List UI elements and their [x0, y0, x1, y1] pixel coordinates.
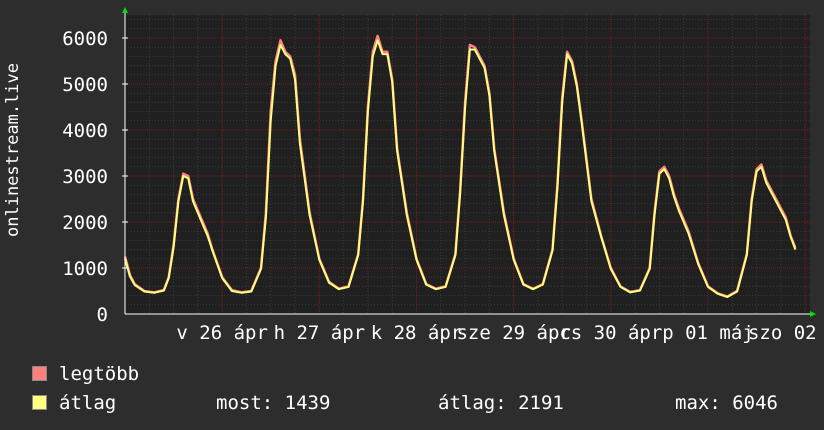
stat-max: max: 6046	[675, 392, 778, 414]
x-ticks: v 26 ápr h 27 ápr k 28 áprsze 29 áprcs 30 …	[176, 322, 824, 344]
y-tick-label: 3000	[62, 166, 108, 188]
y-tick-label: 0	[97, 304, 108, 326]
stat-current: most: 1439	[216, 392, 331, 414]
y-tick-label: 5000	[62, 74, 108, 96]
x-axis-arrow	[810, 311, 816, 317]
legend-swatch-avg	[32, 395, 47, 410]
x-tick-label: sze 29 ápr	[456, 322, 570, 344]
x-tick-label: v 26 ápr	[176, 322, 268, 344]
legend-label-max: legtöbb	[59, 363, 140, 385]
y-axis-label: onlinestream.live	[3, 63, 23, 237]
x-tick-label: szo 02 máj	[748, 322, 824, 344]
y-axis-arrow	[122, 7, 128, 13]
x-tick-label: k 28 ápr	[371, 322, 463, 344]
y-ticks: 0 1000 2000 3000 4000 5000 6000	[62, 28, 108, 326]
y-tick-label: 4000	[62, 120, 108, 142]
legend-swatch-max	[32, 366, 47, 381]
y-tick-label: 2000	[62, 212, 108, 234]
stat-average: átlag: 2191	[438, 392, 564, 414]
x-tick-label: h 27 ápr	[274, 322, 366, 344]
legend-label-avg: átlag	[59, 392, 117, 414]
x-tick-label: p 01 máj	[662, 322, 754, 344]
legend-item-avg: átlag	[32, 391, 116, 415]
x-tick-label: cs 30 ápr	[559, 322, 662, 344]
legend-item-max: legtöbb	[32, 362, 139, 386]
y-tick-label: 1000	[62, 258, 108, 280]
y-tick-label: 6000	[62, 28, 108, 50]
